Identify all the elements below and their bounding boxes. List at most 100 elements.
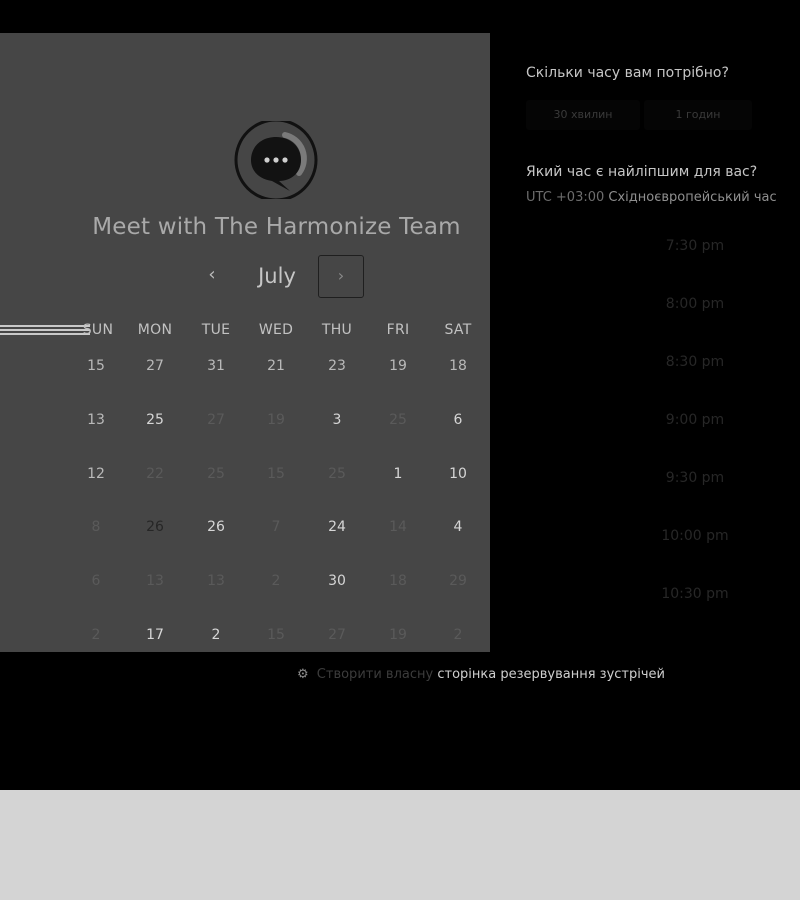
weekday-wed: WED <box>258 322 294 338</box>
month-label: July <box>258 264 296 288</box>
weekday-fri: FRI <box>386 322 410 338</box>
day-number: 21 <box>267 358 285 374</box>
calendar-day: 15 <box>248 609 304 661</box>
selected-day[interactable]: 26 <box>127 500 183 554</box>
calendar-day: 6 <box>68 555 124 607</box>
day-number: 2 <box>271 573 281 589</box>
calendar-day[interactable]: 15 <box>68 340 124 392</box>
calendar-day[interactable]: 6 <box>430 394 486 446</box>
calendar-day: 22 <box>127 448 183 500</box>
chat-bubble-logo-icon <box>234 121 318 199</box>
chevron-right-icon: › <box>337 266 345 285</box>
calendar-day: 2 <box>248 555 304 607</box>
calendar-day[interactable]: 1 <box>370 448 426 500</box>
calendar-day: 27 <box>188 394 244 446</box>
calendar-day: 25 <box>188 448 244 500</box>
day-number: 15 <box>87 358 105 374</box>
duration-60-button[interactable]: 1 годин <box>644 100 752 130</box>
calendar-day[interactable]: 21 <box>248 340 304 392</box>
time-slot[interactable]: 7:30 pm <box>620 238 770 254</box>
day-number: 31 <box>207 358 225 374</box>
calendar-day: 15 <box>248 448 304 500</box>
next-month-button[interactable]: › <box>318 255 364 298</box>
day-number: 6 <box>91 573 101 589</box>
calendar-day: 2 <box>430 609 486 661</box>
day-number: 25 <box>207 466 225 482</box>
day-number: 7 <box>271 519 281 535</box>
time-slot[interactable]: 9:30 pm <box>620 470 770 486</box>
calendar-day[interactable]: 17 <box>127 609 183 661</box>
day-number: 19 <box>389 358 407 374</box>
day-number: 24 <box>328 519 346 535</box>
page-title: Meet with The Harmonize Team <box>92 214 461 240</box>
time-slot[interactable]: 8:30 pm <box>620 354 770 370</box>
calendar-day[interactable]: 2 <box>188 609 244 661</box>
day-number: 30 <box>328 573 346 589</box>
weekday-thu: THU <box>321 322 353 338</box>
calendar-day[interactable]: 19 <box>370 340 426 392</box>
day-number: 14 <box>389 519 407 535</box>
calendar-day[interactable]: 3 <box>309 394 365 446</box>
day-number: 25 <box>389 412 407 428</box>
calendar-day[interactable]: 27 <box>127 340 183 392</box>
timezone-name: Східноєвропейський час <box>608 190 777 205</box>
time-slot[interactable]: 9:00 pm <box>620 412 770 428</box>
calendar-day[interactable]: 23 <box>309 340 365 392</box>
day-number: 3 <box>332 412 342 428</box>
day-number: 2 <box>91 627 101 643</box>
day-number: 23 <box>328 358 346 374</box>
day-number: 26 <box>146 519 164 535</box>
calendar-day[interactable]: 4 <box>430 501 486 553</box>
day-number: 27 <box>207 412 225 428</box>
calendar-day[interactable]: 31 <box>188 340 244 392</box>
calendar-day[interactable]: 13 <box>68 394 124 446</box>
day-number: 22 <box>146 466 164 482</box>
calendar-day: 7 <box>248 501 304 553</box>
duration-30-button[interactable]: 30 хвилин <box>526 100 640 130</box>
calendar-day: 29 <box>430 555 486 607</box>
calendar-day: 27 <box>309 609 365 661</box>
day-number: 29 <box>449 573 467 589</box>
sprocket-icon: ⚙ <box>297 667 309 682</box>
time-slot[interactable]: 10:00 pm <box>620 528 770 544</box>
day-number: 19 <box>267 412 285 428</box>
duration-question: Скільки часу вам потрібно? <box>526 65 729 81</box>
calendar-day[interactable]: 25 <box>127 394 183 446</box>
day-number: 15 <box>267 466 285 482</box>
calendar-day[interactable]: 24 <box>309 501 365 553</box>
calendar-day[interactable]: 26 <box>188 501 244 553</box>
calendar-day: 18 <box>370 555 426 607</box>
day-number: 10 <box>449 466 467 482</box>
day-number: 2 <box>453 627 463 643</box>
calendar-day: 8 <box>68 501 124 553</box>
day-number: 8 <box>91 519 101 535</box>
calendar-day: 13 <box>127 555 183 607</box>
footer-prefix: Створити власну <box>316 667 434 682</box>
time-slot[interactable]: 10:30 pm <box>620 586 770 602</box>
footer-link[interactable]: ⚙ Створити власну сторінка резервування … <box>297 667 665 682</box>
day-number: 27 <box>328 627 346 643</box>
calendar-day: 19 <box>370 609 426 661</box>
day-number: 1 <box>393 466 403 482</box>
day-number: 12 <box>87 466 105 482</box>
calendar-day[interactable]: 10 <box>430 448 486 500</box>
day-number: 26 <box>207 519 225 535</box>
day-number: 15 <box>267 627 285 643</box>
day-number: 6 <box>453 412 463 428</box>
footer-link-text[interactable]: сторінка резервування зустрічей <box>437 667 665 682</box>
calendar-day[interactable]: 12 <box>68 448 124 500</box>
calendar-day: 13 <box>188 555 244 607</box>
day-number: 2 <box>211 627 221 643</box>
calendar-day: 19 <box>248 394 304 446</box>
calendar-day[interactable]: 30 <box>309 555 365 607</box>
timezone-offset: UTC +03:00 <box>526 190 605 205</box>
calendar-day: 14 <box>370 501 426 553</box>
day-number: 13 <box>87 412 105 428</box>
day-number: 4 <box>453 519 463 535</box>
time-question: Який час є найліпшим для вас? <box>526 164 758 180</box>
calendar-day[interactable]: 18 <box>430 340 486 392</box>
time-slot[interactable]: 8:00 pm <box>620 296 770 312</box>
calendar-panel: Meet with The Harmonize Team ‹ July › SU… <box>0 33 490 652</box>
day-number: 25 <box>328 466 346 482</box>
prev-month-button[interactable]: ‹ <box>198 261 226 289</box>
